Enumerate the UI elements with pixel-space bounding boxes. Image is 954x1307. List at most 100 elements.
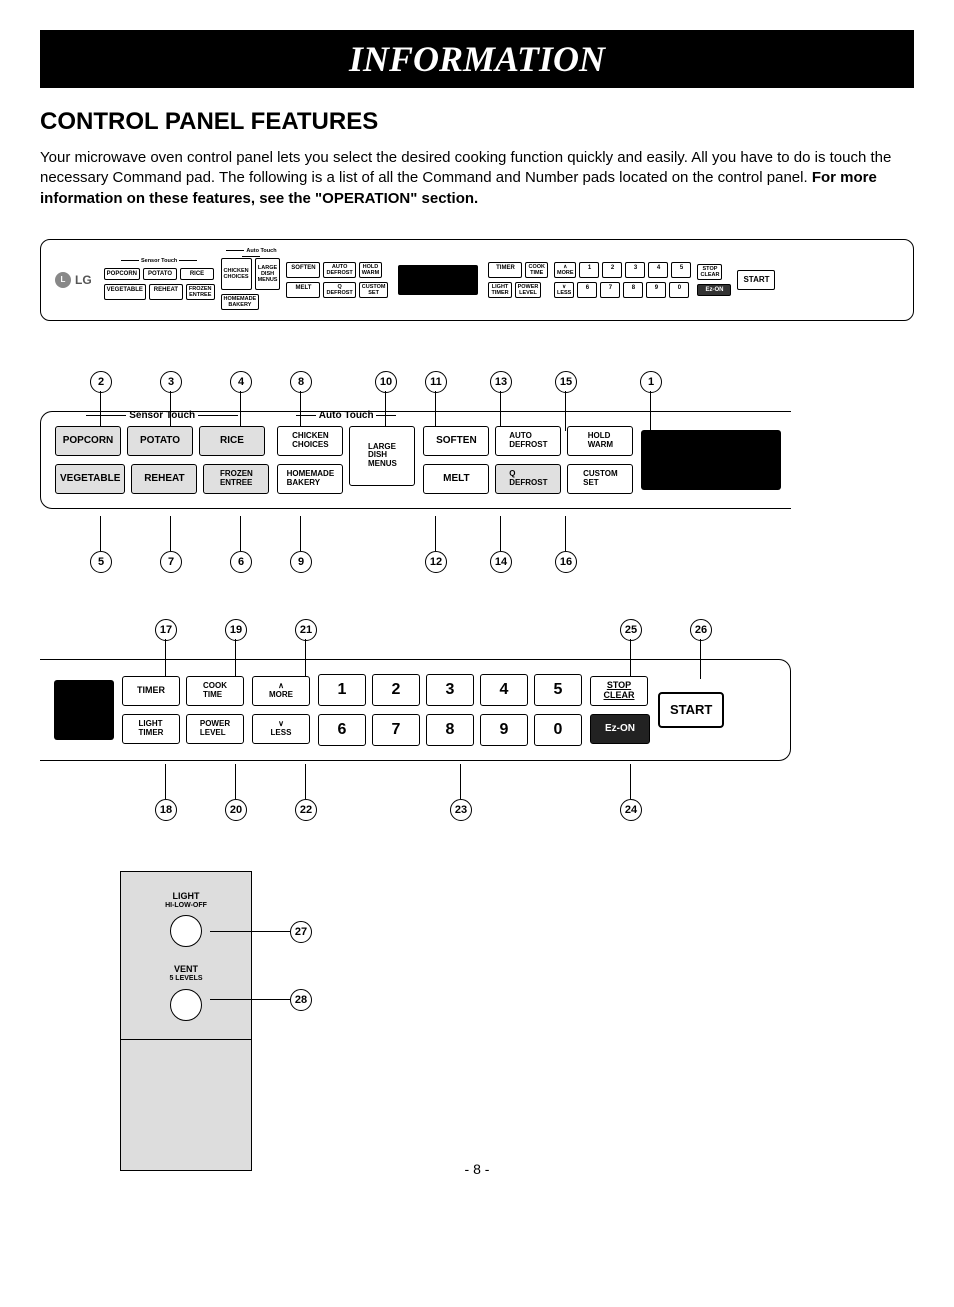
btn-reheat[interactable]: REHEAT [131,464,197,494]
callout-5: 5 [90,551,112,573]
btn-auto-defrost[interactable]: AUTODEFROST [495,426,561,456]
callout-8: 8 [290,371,312,393]
btn-start[interactable]: START [658,692,724,728]
callout-9: 9 [290,551,312,573]
btn-hold-warm[interactable]: HOLDWARM [567,426,633,456]
btn-num-0[interactable]: 0 [534,714,582,746]
lg-logo: L LG [55,272,92,288]
ov-cooktime: COOKTIME [525,262,548,278]
ov-timer: TIMER [488,262,522,278]
btn-num-3[interactable]: 3 [426,674,474,706]
ov-holdwarm: HOLDWARM [359,262,382,278]
ov-n6: 6 [577,282,597,298]
callout-20: 20 [225,799,247,821]
btn-rice[interactable]: RICE [199,426,265,456]
btn-vegetable[interactable]: VEGETABLE [55,464,125,494]
btn-chicken-choices[interactable]: CHICKENCHOICES [277,426,343,456]
btn-num-5[interactable]: 5 [534,674,582,706]
ov-n5: 5 [671,262,691,278]
callout-26: 26 [690,619,712,641]
ov-auto-label: Auto Touch [221,248,281,260]
ov-melt: MELT [286,282,320,298]
knob-panel: LIGHT HI-LOW-OFF VENT 5 LEVELS [120,871,252,1171]
ov-soften: SOFTEN [286,262,320,278]
sensor-touch-label: Sensor Touch [55,410,269,421]
callout-16: 16 [555,551,577,573]
ov-less: ∨LESS [554,282,574,298]
ov-popcorn: POPCORN [104,268,140,280]
intro-text: Your microwave oven control panel lets y… [40,149,891,186]
ov-qdef: QDEFROST [323,282,355,298]
ov-n4: 4 [648,262,668,278]
btn-custom-set[interactable]: CUSTOMSET [567,464,633,494]
btn-soften[interactable]: SOFTEN [423,426,489,456]
ov-n1: 1 [579,262,599,278]
btn-num-6[interactable]: 6 [318,714,366,746]
btn-q-defrost[interactable]: QDEFROST [495,464,561,494]
ov-stop: STOPCLEAR [697,264,722,280]
callout-21: 21 [295,619,317,641]
btn-light-timer[interactable]: LIGHTTIMER [122,714,180,744]
vent-sub: 5 LEVELS [121,975,251,983]
btn-num-2[interactable]: 2 [372,674,420,706]
btn-power-level[interactable]: POWERLEVEL [186,714,244,744]
callout-19: 19 [225,619,247,641]
btn-less[interactable]: ∨LESS [252,714,310,744]
btn-more[interactable]: ∧MORE [252,676,310,706]
btn-homemade-bakery[interactable]: HOMEMADEBAKERY [277,464,343,494]
ov-rice: RICE [180,268,214,280]
callout-14: 14 [490,551,512,573]
section-header: INFORMATION [40,30,914,88]
callout-2: 2 [90,371,112,393]
btn-cook-time[interactable]: COOKTIME [186,676,244,706]
callout-27: 27 [290,921,312,943]
btn-num-8[interactable]: 8 [426,714,474,746]
light-sub: HI-LOW-OFF [121,902,251,910]
detail-section-2: 17 19 21 25 26 TIMER COOKTIME LIGHTTIMER… [40,619,914,821]
display-screen-2 [54,680,114,740]
ov-reheat: REHEAT [149,284,183,300]
vent-knob[interactable] [170,989,202,1021]
btn-large-dish-menus[interactable]: LARGEDISHMENUS [349,426,415,486]
light-label: LIGHT [121,892,251,902]
ov-lighttimer: LIGHTTIMER [488,282,511,298]
btn-timer[interactable]: TIMER [122,676,180,706]
btn-num-9[interactable]: 9 [480,714,528,746]
intro-paragraph: Your microwave oven control panel lets y… [40,148,914,209]
btn-stop-clear[interactable]: STOPCLEAR [590,676,648,706]
btn-frozen-entree[interactable]: FROZENENTREE [203,464,269,494]
light-knob[interactable] [170,915,202,947]
btn-popcorn[interactable]: POPCORN [55,426,121,456]
ov-n0: 0 [669,282,689,298]
ov-bakery: HOMEMADEBAKERY [221,294,260,310]
callout-15: 15 [555,371,577,393]
btn-num-4[interactable]: 4 [480,674,528,706]
callout-3: 3 [160,371,182,393]
ov-potato: POTATO [143,268,177,280]
ov-n3: 3 [625,262,645,278]
btn-potato[interactable]: POTATO [127,426,193,456]
callout-18: 18 [155,799,177,821]
ov-n7: 7 [600,282,620,298]
callout-23: 23 [450,799,472,821]
overview-panel: L LG Sensor Touch POPCORN POTATO RICE VE… [40,239,914,321]
lg-logo-icon: L [55,272,71,288]
ov-start: START [737,270,775,290]
ov-frozen: FROZENENTREE [186,284,215,300]
btn-num-1[interactable]: 1 [318,674,366,706]
detail-section-1: 2 3 4 8 10 11 13 15 1 Sensor Touch POPCO… [40,371,914,569]
callout-25: 25 [620,619,642,641]
auto-touch-label: Auto Touch [277,410,415,421]
ov-n8: 8 [623,282,643,298]
ov-ezon: Ez-ON [697,284,731,296]
ov-sensor-label: Sensor Touch [104,258,215,264]
page-title: CONTROL PANEL FEATURES [40,108,914,136]
btn-melt[interactable]: MELT [423,464,489,494]
btn-ez-on[interactable]: Ez-ON [590,714,650,744]
callout-7: 7 [160,551,182,573]
callout-12: 12 [425,551,447,573]
callout-1: 1 [640,371,662,393]
btn-num-7[interactable]: 7 [372,714,420,746]
ov-display [398,265,478,295]
callout-6: 6 [230,551,252,573]
